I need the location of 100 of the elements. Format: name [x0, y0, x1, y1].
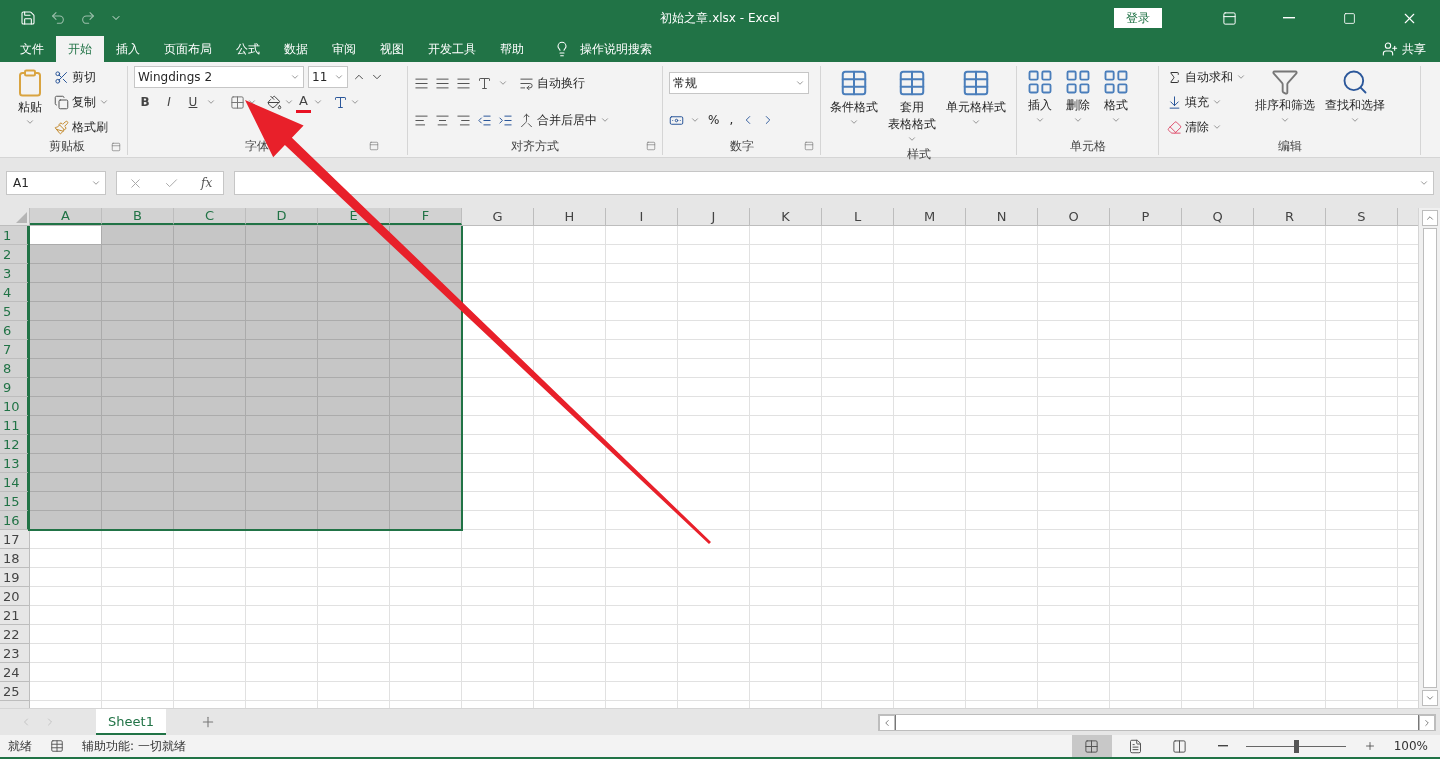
cells-button[interactable]: 插入	[1023, 66, 1057, 137]
dropdown-caret-icon	[91, 178, 101, 188]
column-header[interactable]: C	[174, 208, 246, 225]
merge-icon	[519, 112, 534, 128]
copy-button[interactable]: 复制	[52, 91, 111, 113]
cut-button[interactable]: 剪切	[52, 66, 111, 88]
fill-button[interactable]: 填充	[1165, 91, 1248, 113]
font-color-button[interactable]: A	[296, 91, 311, 113]
dropdown-caret-icon	[1350, 115, 1360, 125]
row-header[interactable]: 16	[0, 511, 29, 530]
percent-button[interactable]: %	[706, 109, 722, 131]
view-button[interactable]	[1071, 735, 1112, 757]
italic-button[interactable]: I	[158, 91, 180, 113]
formula-input[interactable]	[234, 171, 1434, 195]
ribbon-tab[interactable]: 帮助	[488, 36, 536, 62]
share-button[interactable]: 共享	[1376, 36, 1432, 62]
clear-button[interactable]: 清除	[1165, 116, 1248, 138]
font-size-field[interactable]: 11	[308, 66, 348, 88]
name-box[interactable]: A1	[6, 171, 106, 195]
ribbon-tab[interactable]: 页面布局	[152, 36, 224, 62]
row-header[interactable]: 13	[0, 454, 29, 473]
scroll-down-icon	[1424, 693, 1435, 703]
dropdown-caret-icon	[498, 78, 508, 88]
autosum-button[interactable]: 自动求和	[1165, 66, 1248, 88]
dropdown-caret-icon	[1419, 178, 1429, 188]
comma-button[interactable]: ,	[727, 109, 736, 131]
number-format-field[interactable]: 常规	[669, 72, 809, 94]
row-header[interactable]: 14	[0, 473, 29, 492]
style-button[interactable]: 条件格式	[827, 66, 881, 146]
dropdown-caret-icon	[1035, 115, 1045, 125]
active-cell[interactable]	[30, 226, 101, 244]
format-painter-button[interactable]: 格式刷	[52, 116, 111, 138]
dropdown-caret-icon	[99, 97, 109, 107]
style-button[interactable]: 套用 表格格式	[885, 66, 939, 146]
bold-button[interactable]: B	[134, 91, 156, 113]
row-header[interactable]: 5	[0, 302, 29, 321]
ribbon-tab[interactable]: 开发工具	[416, 36, 488, 62]
group-label: 字体	[244, 137, 269, 155]
ribbon-tab[interactable]: 审阅	[320, 36, 368, 62]
row-header[interactable]: 4	[0, 283, 29, 302]
save-icon	[20, 10, 36, 26]
scroll-thumb[interactable]	[1422, 228, 1437, 688]
tell-me-search[interactable]: 操作说明搜索	[548, 36, 658, 62]
dropdown-caret-icon	[849, 117, 859, 127]
wrap-text-button[interactable]: 自动换行	[517, 72, 612, 94]
view-icon	[1128, 738, 1144, 754]
row-header[interactable]: 3	[0, 264, 29, 283]
zoom-level: 100%	[1393, 739, 1428, 753]
ribbon-tab[interactable]: 公式	[224, 36, 272, 62]
login-button[interactable]: 登录	[1114, 8, 1162, 28]
eraser-icon	[1167, 119, 1182, 135]
column-header[interactable]: A	[30, 208, 102, 225]
row-header[interactable]: 2	[0, 245, 29, 264]
dropdown-caret-icon	[334, 72, 344, 82]
group-label: 剪贴板	[48, 138, 85, 155]
dropdown-caret-icon	[206, 97, 216, 107]
ribbon-tab[interactable]: 视图	[368, 36, 416, 62]
row-header[interactable]: 8	[0, 359, 29, 378]
paste-button[interactable]: 粘贴	[12, 66, 48, 138]
column-header[interactable]: D	[246, 208, 318, 225]
row-header[interactable]: 12	[0, 435, 29, 454]
row-header[interactable]: 6	[0, 321, 29, 340]
dialog-launcher-icon	[369, 141, 379, 151]
ribbon-tab[interactable]: 开始	[56, 36, 104, 62]
style-button[interactable]: 单元格样式	[943, 66, 1009, 146]
group-label: 数字	[729, 137, 754, 155]
group-label: 对齐方式	[511, 137, 559, 155]
share-icon	[1382, 41, 1398, 57]
align-bottom-icon	[456, 75, 471, 91]
dropdown-caret-icon	[690, 115, 700, 125]
find-select-button[interactable]: 查找和选择	[1322, 66, 1388, 138]
font-name-field[interactable]: Wingdings 2	[134, 66, 304, 88]
zoom-thumb[interactable]	[1293, 739, 1299, 753]
align-center-icon	[435, 112, 450, 128]
align-right-icon	[456, 112, 471, 128]
selected-range[interactable]	[30, 226, 461, 529]
sheet-tab[interactable]: Sheet1	[96, 709, 166, 735]
row-header[interactable]: 1	[0, 226, 29, 245]
row-header[interactable]: 11	[0, 416, 29, 435]
dropdown-caret-icon	[290, 72, 300, 82]
cells-button[interactable]: 格式	[1099, 66, 1133, 137]
merge-center-button[interactable]: 合并后居中	[517, 109, 612, 131]
row-header[interactable]: 17	[0, 530, 29, 549]
grid-icon	[1102, 68, 1130, 96]
row-header[interactable]: 15	[0, 492, 29, 511]
paintbrush-icon	[54, 119, 69, 135]
row-header[interactable]: 9	[0, 378, 29, 397]
row-header[interactable]: 7	[0, 340, 29, 359]
ribbon-tab[interactable]: 插入	[104, 36, 152, 62]
row-header[interactable]: 10	[0, 397, 29, 416]
column-header[interactable]: F	[390, 208, 462, 225]
underline-button[interactable]: U	[182, 91, 204, 113]
ribbon-tab[interactable]: 文件	[8, 36, 56, 62]
ribbon-tab[interactable]: 数据	[272, 36, 320, 62]
cells-button[interactable]: 删除	[1061, 66, 1095, 137]
column-header[interactable]: B	[102, 208, 174, 225]
group-label: 单元格	[1069, 137, 1106, 155]
insert-function-button[interactable]: fx	[201, 176, 213, 190]
sort-filter-button[interactable]: 排序和筛选	[1252, 66, 1318, 138]
accessibility-status[interactable]: 辅助功能: 一切就绪	[82, 737, 186, 755]
